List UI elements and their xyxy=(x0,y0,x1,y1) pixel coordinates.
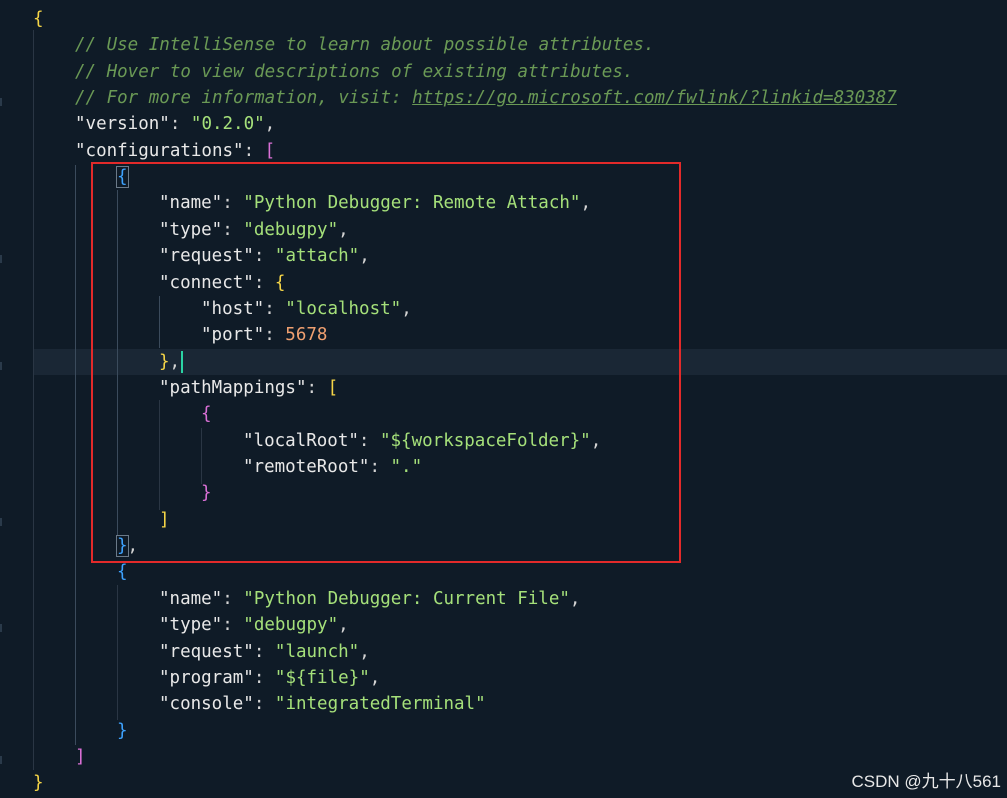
code-line: ] xyxy=(75,747,86,767)
json-key: "request" xyxy=(159,642,254,662)
comment: // For more information, visit: xyxy=(75,88,413,108)
indent-guide xyxy=(75,165,76,745)
code-line: // For more information, visit: https://… xyxy=(75,85,897,111)
code-line: "name": "Python Debugger: Current File", xyxy=(159,589,581,609)
comment: // Hover to view descriptions of existin… xyxy=(75,62,634,82)
indent-guide xyxy=(117,585,118,720)
comment: // Use IntelliSense to learn about possi… xyxy=(75,35,655,55)
docs-link[interactable]: https://go.microsoft.com/fwlink/?linkid=… xyxy=(412,88,897,108)
gutter-marker xyxy=(0,756,2,764)
code-line: "type": "debugpy", xyxy=(159,615,349,635)
json-string: "integratedTerminal" xyxy=(274,694,486,714)
code-line: "program": "${file}", xyxy=(159,668,381,688)
json-string: "0.2.0" xyxy=(190,114,265,134)
json-string: "launch" xyxy=(274,642,360,662)
code-line: { xyxy=(33,9,44,29)
gutter-marker xyxy=(0,362,2,370)
gutter-marker xyxy=(0,518,2,526)
json-key: "name" xyxy=(159,589,223,609)
json-string: "${file}" xyxy=(274,668,370,688)
code-line: } xyxy=(117,721,128,741)
json-string: "Python Debugger: Current File" xyxy=(243,589,570,609)
watermark: CSDN @九十八561 xyxy=(851,772,1001,791)
gutter-marker xyxy=(0,98,2,106)
json-key: "program" xyxy=(159,668,254,688)
code-line: // Hover to view descriptions of existin… xyxy=(75,59,633,85)
code-line: // Use IntelliSense to learn about possi… xyxy=(75,32,654,58)
code-line: "version": "0.2.0", xyxy=(75,114,276,134)
code-editor[interactable]: { // Use IntelliSense to learn about pos… xyxy=(0,0,1007,798)
code-line: } xyxy=(33,773,44,793)
json-key: "type" xyxy=(159,615,223,635)
json-key: "version" xyxy=(75,114,170,134)
code-line: "request": "launch", xyxy=(159,642,370,662)
highlight-box xyxy=(91,162,681,563)
code-line: "configurations": [ xyxy=(75,141,276,161)
gutter-marker xyxy=(0,624,2,632)
gutter-marker xyxy=(0,255,2,263)
json-key: "console" xyxy=(159,694,254,714)
json-string: "debugpy" xyxy=(243,615,339,635)
indent-guide xyxy=(33,30,34,770)
code-line: "console": "integratedTerminal" xyxy=(159,694,486,714)
json-key: "configurations" xyxy=(75,141,244,161)
